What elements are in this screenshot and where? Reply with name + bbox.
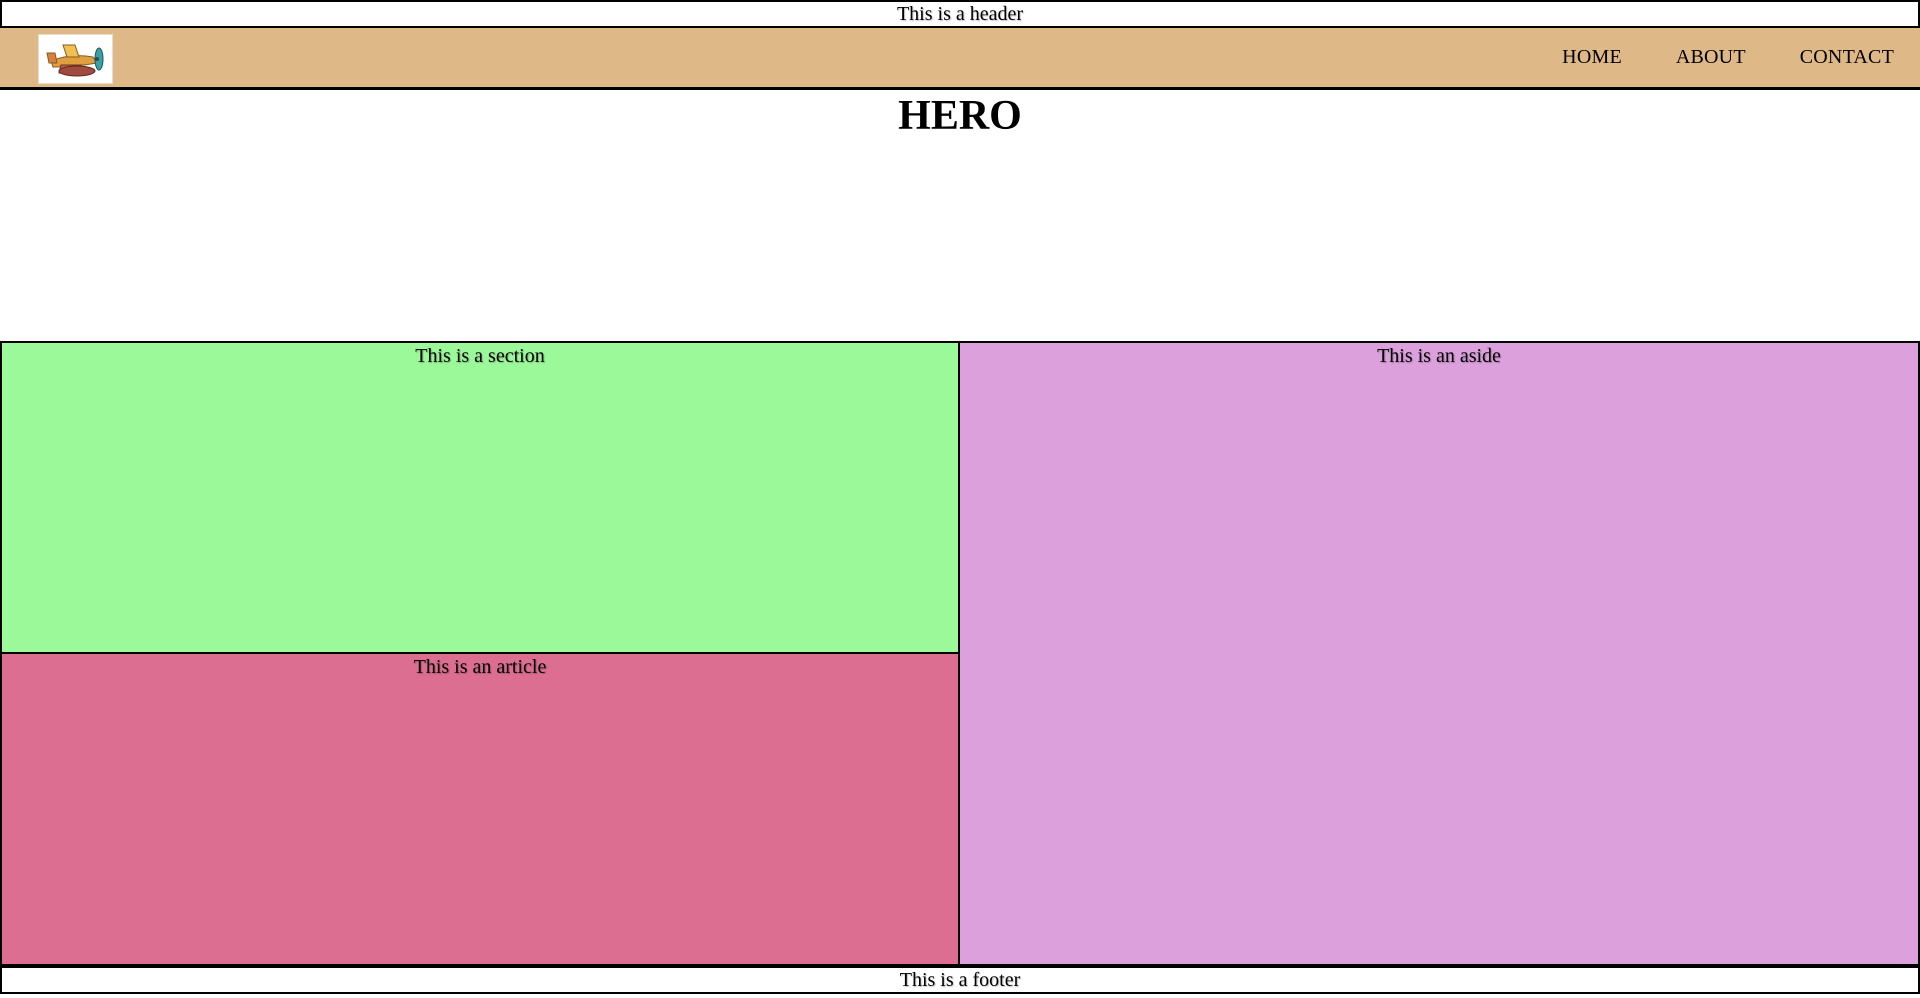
nav-link-contact[interactable]: CONTACT [1800, 46, 1894, 69]
header-text: This is a header [896, 2, 1024, 25]
page-footer: This is a footer [0, 966, 1920, 994]
hero-title: HERO [898, 93, 1022, 139]
content-article: This is an article [0, 652, 960, 966]
airplane-icon [45, 44, 103, 77]
footer-text: This is a footer [899, 968, 1021, 991]
nav-links: HOME ABOUT CONTACT [1562, 28, 1894, 87]
hero-section: HERO [0, 90, 1920, 342]
navbar: HOME ABOUT CONTACT [0, 28, 1920, 90]
page: This is a header HOME ABOUT CONTACT HERO… [0, 0, 1920, 998]
nav-link-home[interactable]: HOME [1562, 46, 1622, 69]
section-text: This is a section [415, 345, 545, 367]
aside-text: This is an aside [1377, 345, 1501, 367]
article-text: This is an article [413, 656, 547, 678]
nav-link-about[interactable]: ABOUT [1676, 46, 1746, 69]
page-header: This is a header [0, 0, 1920, 28]
airplane-logo[interactable] [38, 34, 113, 84]
content-aside: This is an aside [958, 341, 1920, 966]
content-section: This is a section [0, 341, 960, 654]
